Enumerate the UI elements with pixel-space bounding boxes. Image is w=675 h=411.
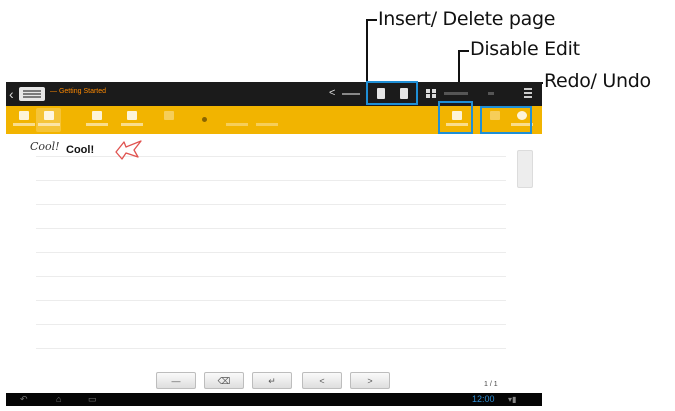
note-page[interactable] [6,134,516,374]
handwriting-icon[interactable] [38,109,60,131]
ruled-line [36,156,506,157]
status-icons: ▾▮ [508,395,517,404]
notebook-icon[interactable] [19,87,45,101]
insert-icon[interactable] [121,109,143,131]
space-key[interactable]: — [156,372,196,389]
ruled-line [36,300,506,301]
typed-text: Cool! [66,144,95,156]
dim-tool-icon[interactable] [158,109,180,131]
disable-edit-label: Disable Edit [470,38,580,60]
cursor-left-key[interactable]: < [302,372,342,389]
enter-key[interactable]: ↵ [252,372,292,389]
ruled-line [36,348,506,349]
more-icon[interactable] [256,109,278,131]
ruled-line [36,252,506,253]
disable-edit-highlight [438,101,473,134]
ruled-line [36,228,506,229]
cursor-right-key[interactable]: > [350,372,390,389]
redo-undo-label: Redo/ Undo [544,70,651,92]
ruled-line [36,324,506,325]
ruled-line [36,204,506,205]
grid-icon[interactable] [426,89,436,98]
writing-keys: — ⌫ ↵ < > [6,372,542,392]
ruled-line [36,276,506,277]
color-icon[interactable] [226,109,248,131]
back-icon[interactable]: ↶ [20,394,28,405]
notebook-title[interactable]: — Getting Started [50,88,106,95]
clock: 12:00 [472,394,495,404]
share-icon[interactable]: < [329,87,335,99]
insert-delete-page-label: Insert/ Delete page [378,8,556,30]
overflow-menu-icon[interactable] [524,88,532,100]
insert-delete-page-highlight [366,81,418,105]
share-label [342,93,360,95]
page-view-label [444,92,468,95]
hand-tool-icon[interactable] [13,109,35,131]
redo-undo-highlight [480,106,532,134]
chevron-left-icon[interactable]: ‹ [9,86,14,102]
brush-dot-icon[interactable] [202,117,207,122]
insert-delete-connector [366,19,368,81]
recent-apps-icon[interactable]: ▭ [88,394,97,405]
scrollbar-thumb[interactable] [517,150,533,188]
page-indicator: 1 / 1 [484,381,498,388]
system-nav-bar: ↶ ⌂ ▭ 12:00 ▾▮ [6,393,542,406]
home-icon[interactable]: ⌂ [56,394,61,405]
arrow-drawing-icon [115,140,142,160]
page-view-dropdown[interactable] [488,92,494,95]
ruled-line [36,180,506,181]
backspace-key[interactable]: ⌫ [204,372,244,389]
handwritten-text: Cool! [30,140,60,153]
keyboard-icon[interactable] [86,109,108,131]
